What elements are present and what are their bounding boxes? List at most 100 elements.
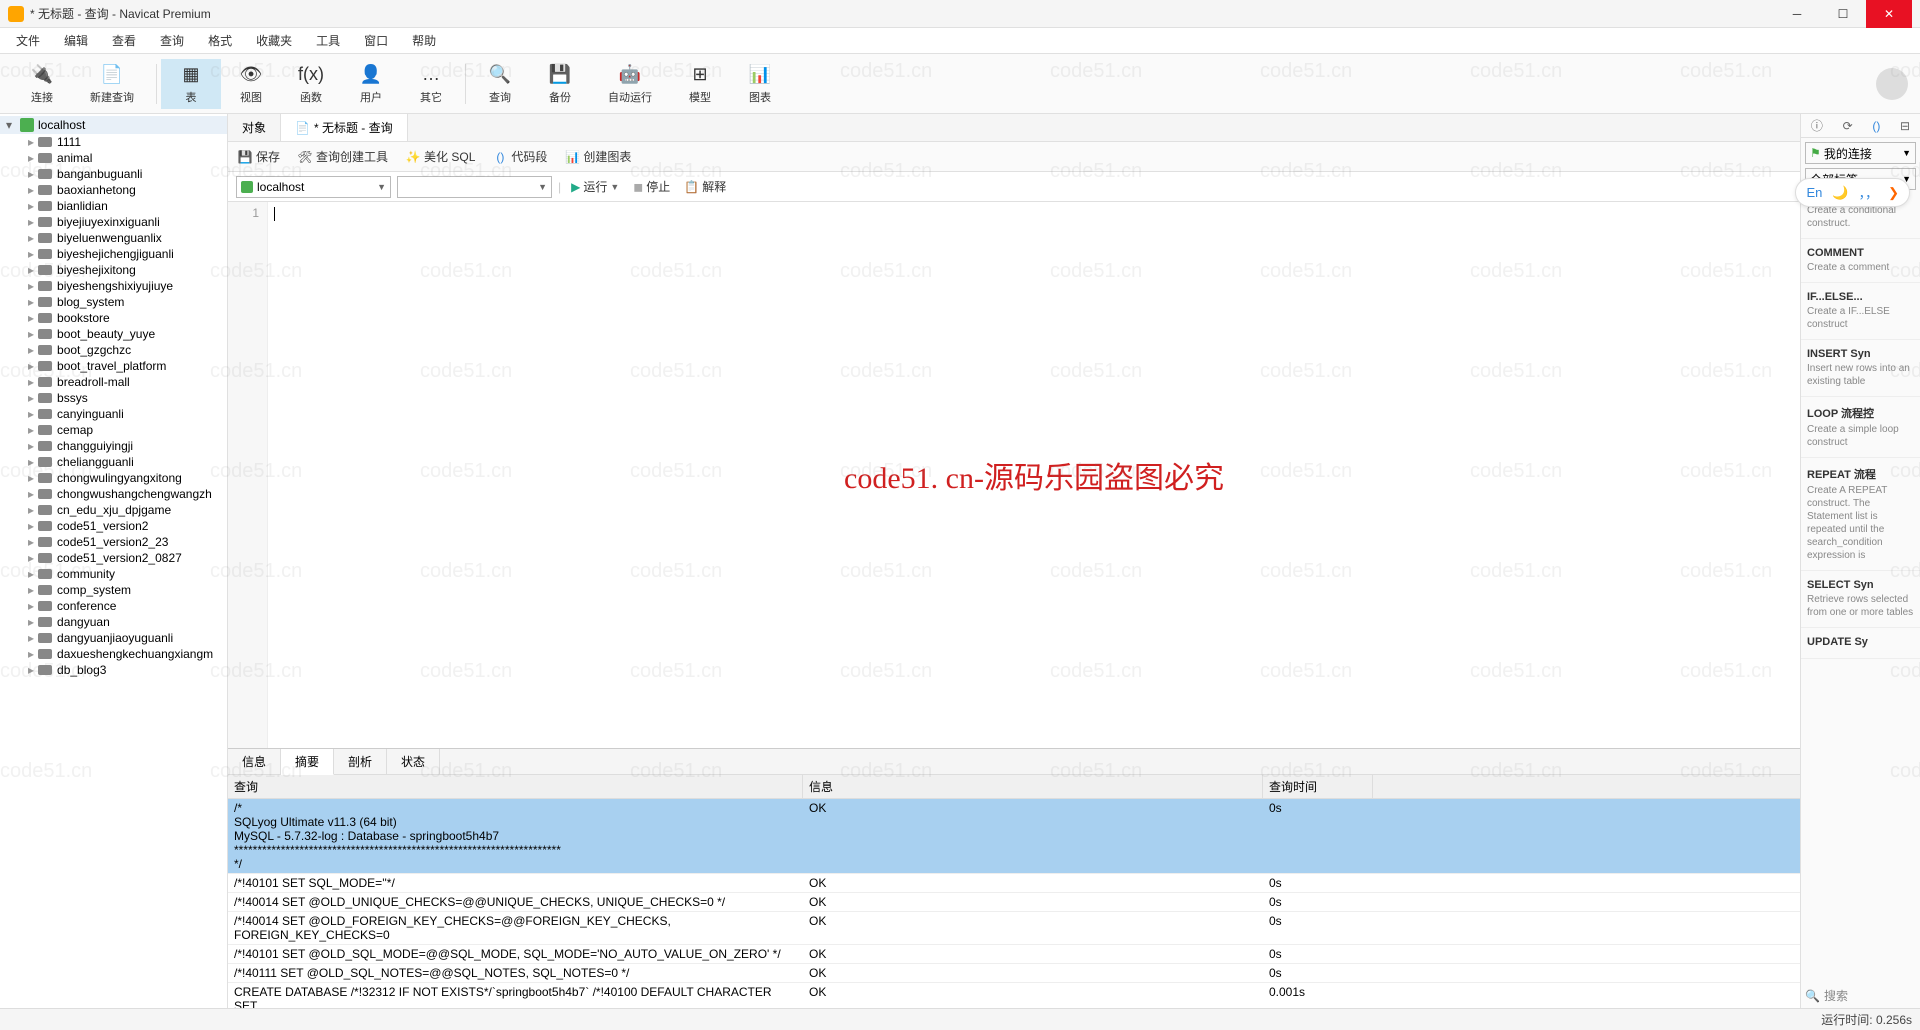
db-item[interactable]: code51_version2_0827 (0, 550, 227, 566)
maximize-button[interactable]: ☐ (1820, 0, 1866, 28)
result-body[interactable]: /* SQLyog Ultimate v11.3 (64 bit) MySQL … (228, 799, 1800, 1008)
tool-用户[interactable]: 👤用户 (341, 59, 401, 109)
db-item[interactable]: biyeshengshixiyujiuye (0, 278, 227, 294)
chevron-down-icon[interactable]: ▼ (610, 182, 619, 192)
db-item[interactable]: chongwushangchengwangzh (0, 486, 227, 502)
snippet-item[interactable]: REPEAT 流程Create A REPEAT construct. The … (1801, 458, 1920, 571)
db-item[interactable]: db_blog3 (0, 662, 227, 678)
tool-表[interactable]: ▦表 (161, 59, 221, 109)
save-button[interactable]: 💾保存 (238, 148, 280, 165)
chevron-right-icon[interactable] (28, 503, 34, 517)
tool-模型[interactable]: ⊞模型 (670, 59, 730, 109)
query-builder-button[interactable]: 🛠查询创建工具 (298, 148, 388, 165)
result-row[interactable]: /*!40111 SET @OLD_SQL_NOTES=@@SQL_NOTES,… (228, 964, 1800, 983)
panel-toggle-icon[interactable]: ⊟ (1900, 119, 1910, 133)
db-item[interactable]: community (0, 566, 227, 582)
tool-自动运行[interactable]: 🤖自动运行 (590, 59, 670, 109)
chevron-right-icon[interactable] (28, 423, 34, 437)
connection-node[interactable]: localhost (0, 116, 227, 134)
chevron-right-icon[interactable] (28, 455, 34, 469)
db-item[interactable]: conference (0, 598, 227, 614)
db-item[interactable]: biyeshejixitong (0, 262, 227, 278)
db-item[interactable]: dangyuanjiaoyuguanli (0, 630, 227, 646)
chevron-right-icon[interactable] (28, 551, 34, 565)
col-info[interactable]: 信息 (803, 775, 1263, 798)
db-item[interactable]: daxueshengkechuangxiangm (0, 646, 227, 662)
chevron-right-icon[interactable] (28, 391, 34, 405)
db-item[interactable]: cn_edu_xju_dpjgame (0, 502, 227, 518)
tool-图表[interactable]: 📊图表 (730, 59, 790, 109)
db-item[interactable]: animal (0, 150, 227, 166)
db-item[interactable]: code51_version2 (0, 518, 227, 534)
chevron-right-icon[interactable] (28, 407, 34, 421)
chevron-right-icon[interactable] (28, 535, 34, 549)
run-button[interactable]: ▶运行 ▼ (567, 178, 623, 195)
chevron-right-icon[interactable] (28, 599, 34, 613)
db-item[interactable]: boot_gzgchzc (0, 342, 227, 358)
stop-button[interactable]: ◼停止 (629, 178, 674, 195)
snippet-item[interactable]: UPDATE Sy (1801, 628, 1920, 659)
chevron-right-icon[interactable] (28, 279, 34, 293)
snippet-item[interactable]: LOOP 流程控Create a simple loop construct (1801, 397, 1920, 458)
db-item[interactable]: biyejiuyexinxiguanli (0, 214, 227, 230)
snippet-item[interactable]: SELECT SynRetrieve rows selected from on… (1801, 571, 1920, 628)
db-item[interactable]: canyinguanli (0, 406, 227, 422)
chevron-down-icon[interactable] (6, 118, 18, 132)
result-tab-剖析[interactable]: 剖析 (334, 749, 387, 774)
result-row[interactable]: /* SQLyog Ultimate v11.3 (64 bit) MySQL … (228, 799, 1800, 874)
menu-查看[interactable]: 查看 (100, 28, 148, 53)
database-dropdown[interactable]: ▼ (397, 176, 552, 198)
result-tab-摘要[interactable]: 摘要 (281, 749, 334, 775)
snippet-button[interactable]: ()代码段 (493, 148, 547, 165)
db-item[interactable]: bssys (0, 390, 227, 406)
moon-icon[interactable]: 🌙 (1832, 185, 1848, 201)
db-item[interactable]: bianlidian (0, 198, 227, 214)
chevron-right-icon[interactable] (28, 199, 34, 213)
arrow-icon[interactable]: ❯ (1888, 185, 1899, 201)
sql-editor[interactable]: 1 code51. cn-源码乐园盗图必究 (228, 202, 1800, 748)
result-row[interactable]: /*!40014 SET @OLD_FOREIGN_KEY_CHECKS=@@F… (228, 912, 1800, 945)
db-item[interactable]: cheliangguanli (0, 454, 227, 470)
db-item[interactable]: code51_version2_23 (0, 534, 227, 550)
chevron-right-icon[interactable] (28, 263, 34, 277)
braces-icon[interactable]: () (1872, 119, 1880, 133)
db-item[interactable]: blog_system (0, 294, 227, 310)
my-connection-dropdown[interactable]: ⚑ 我的连接▼ (1805, 142, 1916, 164)
chevron-right-icon[interactable] (28, 663, 34, 677)
db-item[interactable]: bookstore (0, 310, 227, 326)
chevron-right-icon[interactable] (28, 151, 34, 165)
tool-查询[interactable]: 🔍查询 (470, 59, 530, 109)
close-button[interactable]: ✕ (1866, 0, 1912, 28)
db-item[interactable]: banganbuguanli (0, 166, 227, 182)
db-item[interactable]: changguiyingji (0, 438, 227, 454)
snippet-item[interactable]: COMMENTCreate a comment (1801, 239, 1920, 283)
chevron-right-icon[interactable] (28, 359, 34, 373)
tab[interactable]: 对象 (228, 114, 281, 141)
chevron-right-icon[interactable] (28, 215, 34, 229)
chevron-right-icon[interactable] (28, 631, 34, 645)
db-item[interactable]: baoxianhetong (0, 182, 227, 198)
db-item[interactable]: dangyuan (0, 614, 227, 630)
tool-连接[interactable]: 🔌连接 (12, 59, 72, 109)
menu-格式[interactable]: 格式 (196, 28, 244, 53)
result-tab-信息[interactable]: 信息 (228, 749, 281, 774)
result-row[interactable]: /*!40014 SET @OLD_UNIQUE_CHECKS=@@UNIQUE… (228, 893, 1800, 912)
db-item[interactable]: breadroll-mall (0, 374, 227, 390)
chevron-right-icon[interactable] (28, 135, 34, 149)
chevron-right-icon[interactable] (28, 247, 34, 261)
connection-dropdown[interactable]: localhost ▼ (236, 176, 391, 198)
lang-en[interactable]: En (1806, 185, 1822, 200)
quote-icon[interactable]: ，， (1859, 183, 1879, 202)
chevron-right-icon[interactable] (28, 183, 34, 197)
chevron-right-icon[interactable] (28, 583, 34, 597)
refresh-icon[interactable]: ⟳ (1843, 119, 1853, 133)
tool-新建查询[interactable]: 📄新建查询 (72, 59, 152, 109)
tool-视图[interactable]: 👁视图 (221, 59, 281, 109)
menu-编辑[interactable]: 编辑 (52, 28, 100, 53)
menu-文件[interactable]: 文件 (4, 28, 52, 53)
chevron-right-icon[interactable] (28, 439, 34, 453)
result-row[interactable]: /*!40101 SET SQL_MODE=''*/OK0s (228, 874, 1800, 893)
db-item[interactable]: comp_system (0, 582, 227, 598)
col-time[interactable]: 查询时间 (1263, 775, 1373, 798)
db-item[interactable]: chongwulingyangxitong (0, 470, 227, 486)
